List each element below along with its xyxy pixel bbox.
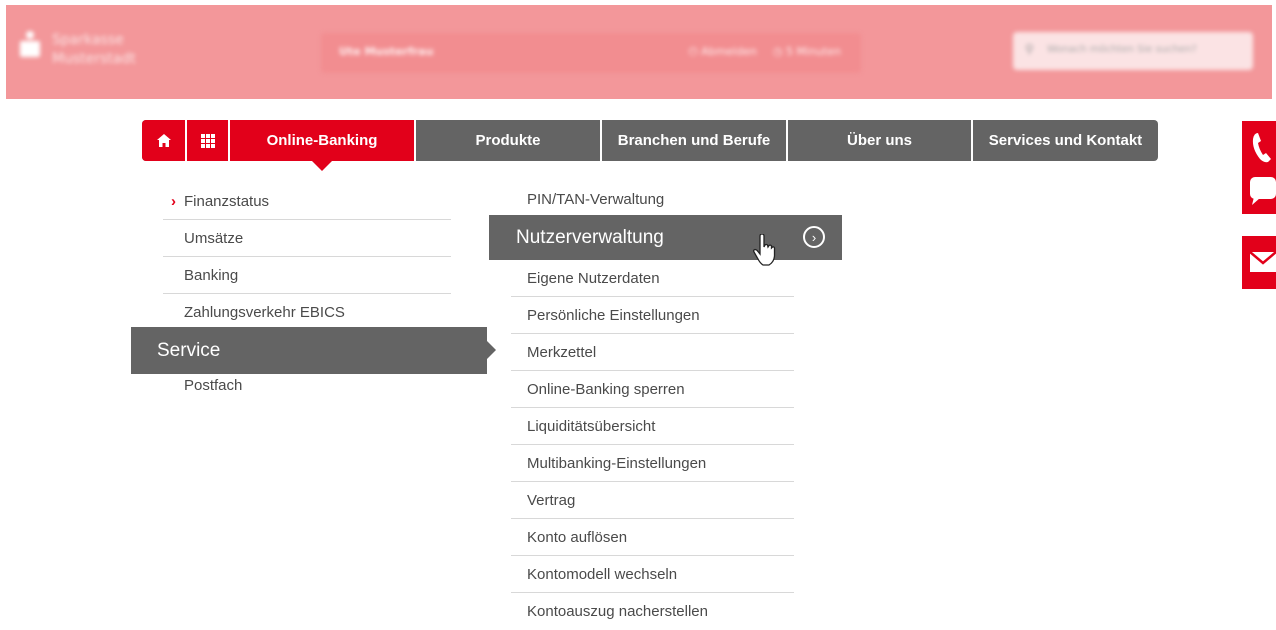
menu-item-finanzstatus[interactable]: › Finanzstatus <box>163 183 451 220</box>
home-icon <box>156 134 171 147</box>
search-placeholder: Wonach möchten Sie suchen? <box>1047 44 1197 55</box>
online-banking-menu: › Finanzstatus Umsätze Banking Zahlungsv… <box>163 183 451 331</box>
submenu-item[interactable]: Multibanking-Einstellungen <box>511 445 794 482</box>
session-time-label: 5 Minuten <box>785 45 841 58</box>
menu-item-label: Finanzstatus <box>184 192 270 210</box>
nav-branchen-und-berufe[interactable]: Branchen und Berufe <box>602 120 786 161</box>
user-name: Ute Musterfrau <box>339 45 434 58</box>
submenu-item[interactable]: Liquiditätsübersicht <box>511 408 794 445</box>
phone-icon <box>1252 133 1271 163</box>
grid-icon <box>200 133 215 148</box>
bank-name-line1: Sparkasse <box>52 32 124 48</box>
sparkasse-logo-icon <box>20 31 40 59</box>
nav-services-und-kontakt[interactable]: Services und Kontakt <box>973 120 1158 161</box>
nav-ueber-uns[interactable]: Über uns <box>788 120 971 161</box>
session-timer: ◷ 5 Minuten <box>772 45 841 58</box>
menu-item-label: Banking <box>184 266 239 284</box>
submenu-item-label: Nutzerverwaltung <box>516 226 664 248</box>
submenu-item[interactable]: Kontomodell wechseln <box>511 556 794 593</box>
bank-name-line2: Musterstadt <box>52 51 136 67</box>
menu-item-banking[interactable]: Banking <box>163 257 451 294</box>
user-session-bar: Ute Musterfrau ⏻ Abmelden ◷ 5 Minuten <box>321 33 861 73</box>
hand-cursor-icon <box>753 234 776 266</box>
submenu-item[interactable]: Konto auflösen <box>511 519 794 556</box>
submenu-item-pin-tan-verwaltung[interactable]: PIN/TAN-Verwaltung <box>511 183 794 215</box>
circle-arrow-right-icon[interactable]: › <box>803 226 825 248</box>
logout-label: Abmelden <box>701 45 757 58</box>
bank-logo[interactable]: Sparkasse Musterstadt <box>20 31 136 69</box>
menu-item-umsaetze[interactable]: Umsätze <box>163 220 451 257</box>
nav-produkte[interactable]: Produkte <box>416 120 600 161</box>
logout-link[interactable]: ⏻ Abmelden <box>689 45 757 59</box>
nav-online-banking[interactable]: Online-Banking <box>230 120 414 171</box>
submenu-item[interactable]: Vertrag <box>511 482 794 519</box>
submenu-item-nutzerverwaltung[interactable]: Nutzerverwaltung › <box>489 215 842 260</box>
search-icon: ⚲ <box>1025 42 1034 56</box>
submenu-item[interactable]: Persönliche Einstellungen <box>511 297 794 334</box>
menu-item-postfach[interactable]: Postfach <box>184 377 242 394</box>
submenu-item[interactable]: Kontoauszug nacherstellen <box>511 593 794 630</box>
menu-item-label: Zahlungsverkehr EBICS <box>184 304 345 321</box>
menu-item-label: Umsätze <box>184 229 244 247</box>
search-input[interactable]: ⚲ Wonach möchten Sie suchen? <box>1013 32 1253 70</box>
top-header: Sparkasse Musterstadt Ute Musterfrau ⏻ A… <box>6 5 1272 99</box>
nav-grid-button[interactable] <box>187 120 228 161</box>
chevron-right-icon: › <box>171 192 176 210</box>
chat-icon <box>1250 177 1276 205</box>
nav-home-button[interactable] <box>142 120 185 161</box>
main-navigation: Online-Banking Produkte Branchen und Ber… <box>142 120 1158 171</box>
submenu-item[interactable]: Online-Banking sperren <box>511 371 794 408</box>
phone-contact-widget[interactable] <box>1242 121 1276 214</box>
submenu-item[interactable]: Merkzettel <box>511 334 794 371</box>
mail-icon <box>1250 252 1276 272</box>
menu-item-zahlungsverkehr-ebics[interactable]: Zahlungsverkehr EBICS <box>163 294 451 331</box>
mail-contact-widget[interactable] <box>1242 236 1276 289</box>
menu-item-service[interactable]: Service <box>131 327 496 374</box>
